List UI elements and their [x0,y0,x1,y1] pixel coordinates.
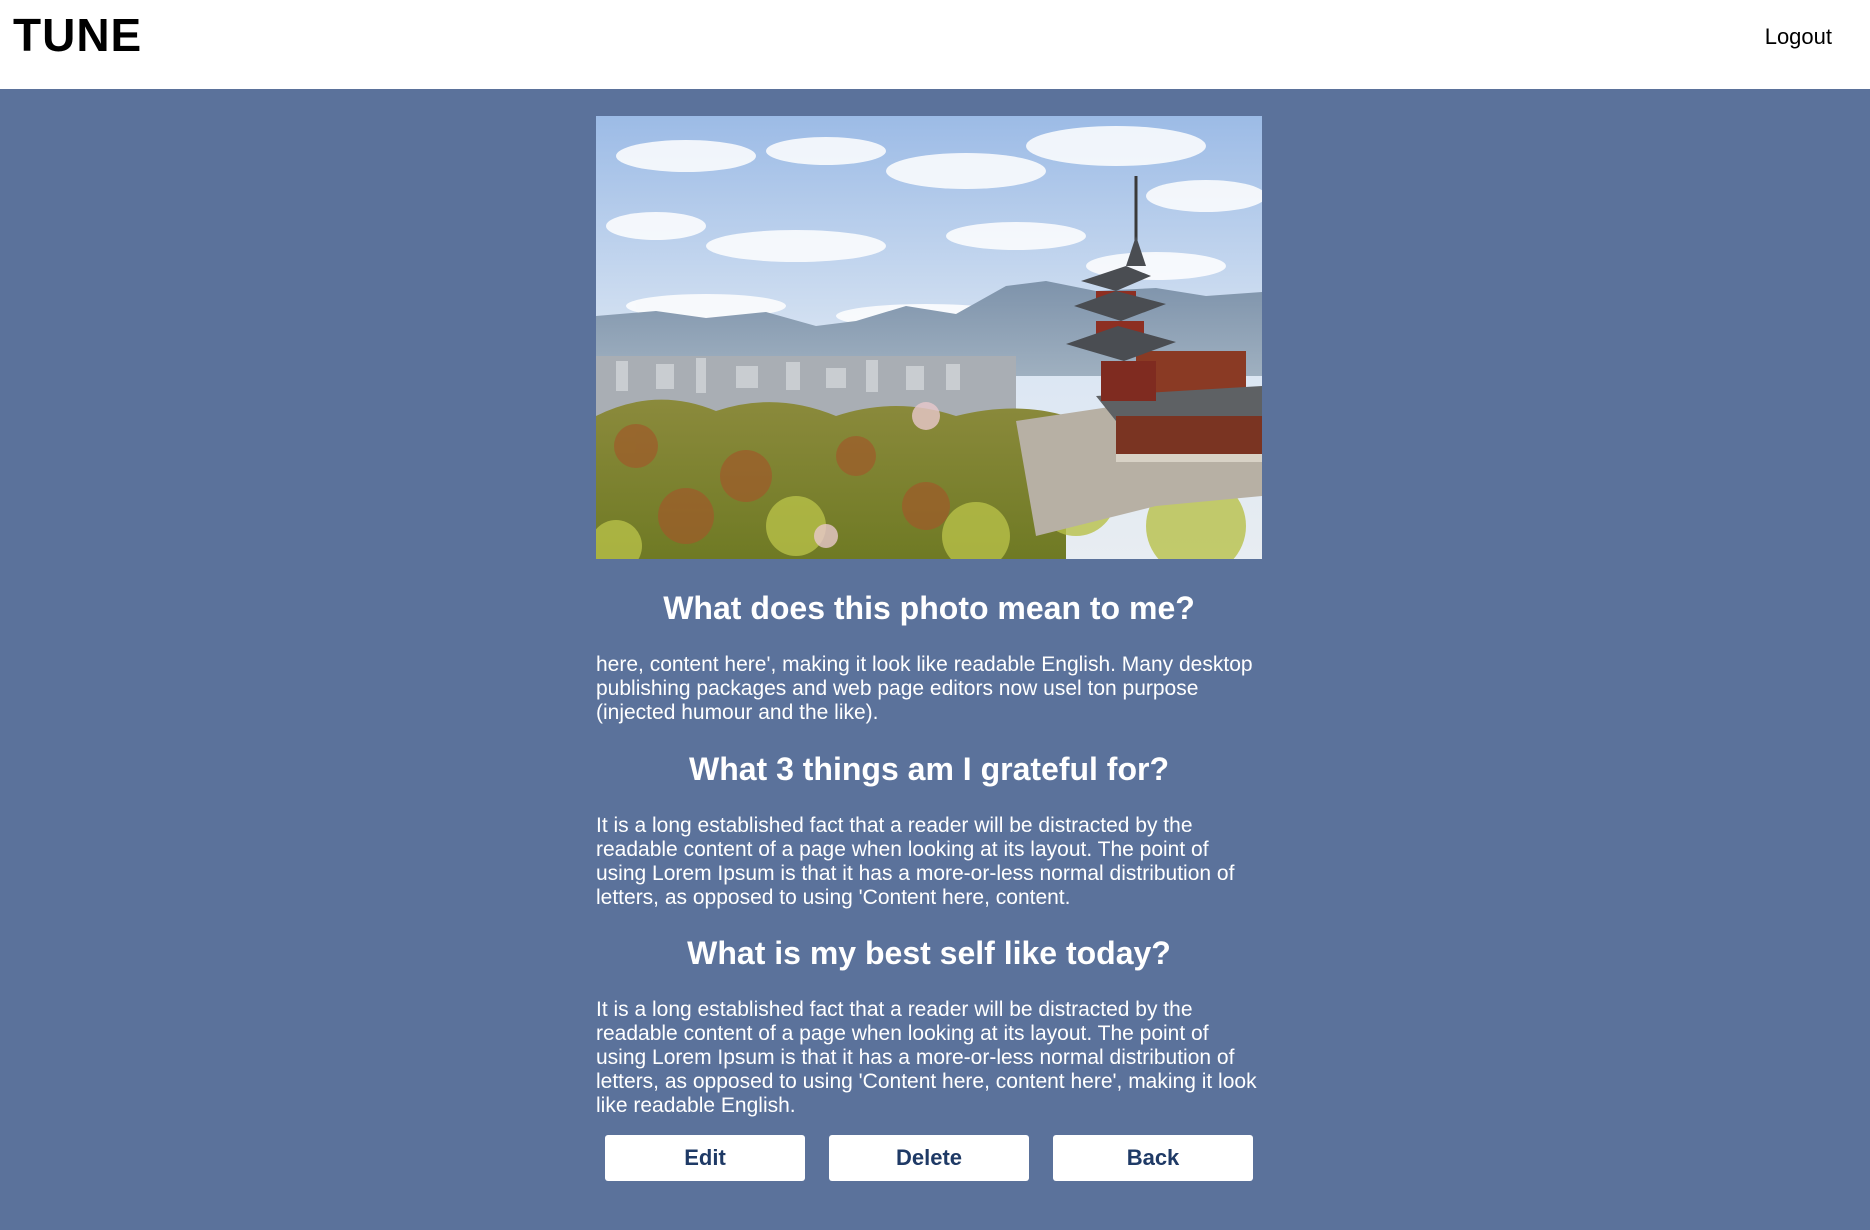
question-best-self: What is my best self like today? [687,935,1171,971]
question-gratitude: What 3 things am I grateful for? [688,751,1169,787]
top-navbar: TUNE Logout [0,0,1870,89]
back-button[interactable]: Back [1053,1135,1253,1181]
journal-entry: What does this photo mean to me? here, c… [596,116,1262,1181]
edit-button[interactable]: Edit [605,1135,805,1181]
answer-best-self: It is a long established fact that a rea… [596,998,1257,1117]
entry-photo [596,116,1262,559]
answer-photo-meaning: here, content here', making it look like… [596,653,1253,724]
logout-link[interactable]: Logout [1765,24,1832,50]
question-photo-meaning: What does this photo mean to me? [663,590,1195,626]
delete-button[interactable]: Delete [829,1135,1029,1181]
entry-actions: Edit Delete Back [596,1135,1262,1181]
brand-logo[interactable]: TUNE [13,10,142,60]
answer-gratitude: It is a long established fact that a rea… [596,814,1235,909]
